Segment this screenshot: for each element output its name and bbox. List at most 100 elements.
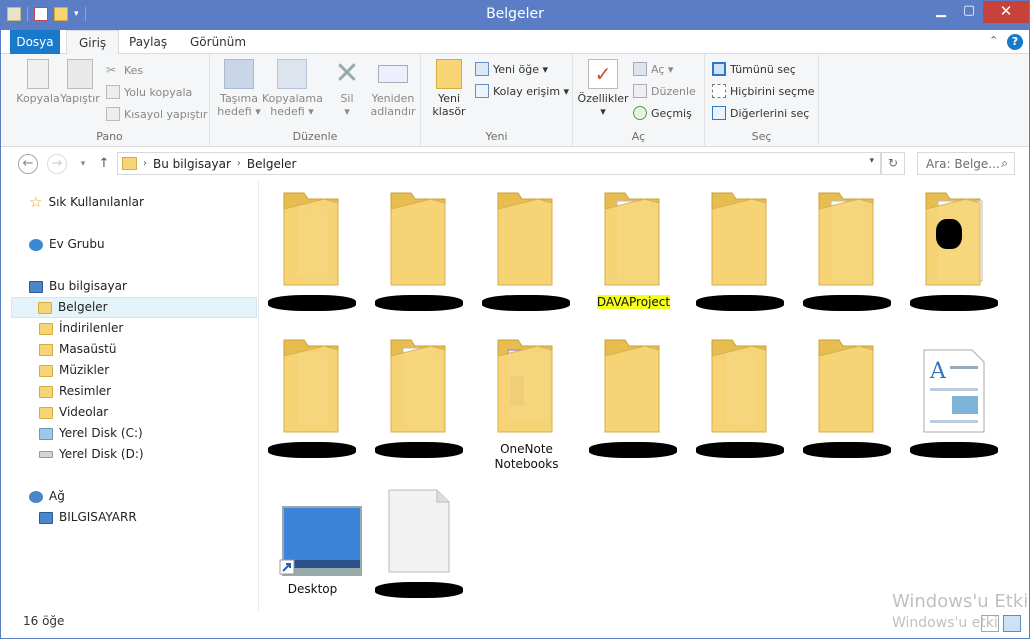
- file-item[interactable]: [795, 336, 900, 466]
- history-button[interactable]: Geçmiş: [633, 106, 692, 120]
- file-item[interactable]: A: [902, 336, 1007, 466]
- breadcrumb-separator-icon: ›: [236, 158, 241, 169]
- group-select: Tümünü seç Hiçbirini seçme Diğerlerini s…: [705, 54, 819, 147]
- easy-access-icon: [475, 84, 489, 98]
- select-none-icon: [712, 84, 726, 98]
- delete-button[interactable]: ✕ Sil ▾: [332, 56, 362, 119]
- videos-folder-icon: [39, 406, 53, 419]
- select-all-button[interactable]: Tümünü seç: [712, 62, 796, 76]
- group-label-new: Yeni: [485, 130, 508, 143]
- file-item[interactable]: [902, 189, 1007, 319]
- copy-to-icon: [277, 59, 307, 89]
- network-icon: [29, 490, 43, 503]
- tab-view[interactable]: Görünüm: [178, 30, 258, 54]
- item-count: 16 öğe: [23, 614, 65, 628]
- copy-icon: [27, 59, 49, 89]
- nav-item-network-computer[interactable]: BILGISAYARR: [39, 507, 137, 528]
- invert-selection-icon: [712, 106, 726, 120]
- copy-button[interactable]: Kopyala: [14, 59, 62, 105]
- group-label-open: Aç: [631, 130, 646, 143]
- pictures-folder-icon: [39, 385, 53, 398]
- breadcrumb-documents[interactable]: Belgeler: [247, 157, 297, 171]
- file-item-label: DAVAProject: [596, 295, 671, 309]
- large-icons-view-button[interactable]: [1003, 615, 1021, 632]
- open-icon: [633, 62, 647, 76]
- back-button[interactable]: ←: [18, 154, 38, 174]
- file-item[interactable]: [367, 189, 472, 319]
- help-icon[interactable]: ?: [1007, 34, 1023, 50]
- nav-item-downloads[interactable]: İndirilenler: [39, 318, 123, 339]
- rename-button[interactable]: Yeniden adlandır: [368, 59, 418, 118]
- file-item[interactable]: DAVAProject: [581, 189, 686, 319]
- folder-icon: [601, 189, 665, 289]
- properties-button[interactable]: ✓ Özellikler ▾: [577, 59, 629, 118]
- copy-to-button[interactable]: Kopyalama hedefi ▾: [262, 59, 323, 118]
- file-item[interactable]: [367, 476, 472, 606]
- nav-item-pictures[interactable]: Resimler: [39, 381, 111, 402]
- redaction-mark: [910, 442, 998, 458]
- cut-button[interactable]: ✂ Kes: [106, 63, 143, 77]
- tab-share[interactable]: Paylaş: [117, 30, 179, 54]
- close-button[interactable]: ✕: [983, 1, 1029, 23]
- nav-item-homegroup[interactable]: Ev Grubu: [29, 234, 105, 255]
- search-input[interactable]: Ara: Belge... ⌕: [917, 152, 1015, 175]
- maximize-button[interactable]: ▢: [955, 1, 983, 23]
- address-bar-row: ← → ▾ ↑ › Bu bilgisayar › Belgeler ▾ ↻ A…: [1, 148, 1029, 180]
- new-folder-button[interactable]: Yeni klasör: [429, 59, 469, 118]
- file-item[interactable]: [795, 189, 900, 319]
- file-item[interactable]: [688, 189, 793, 319]
- nav-item-local-disk-d[interactable]: Yerel Disk (D:): [39, 444, 144, 465]
- group-new: Yeni klasör Yeni öğe ▾ Kolay erişim ▾ Yen…: [421, 54, 573, 147]
- folder-icon: [815, 189, 879, 289]
- file-item[interactable]: Desktop: [260, 476, 365, 606]
- redaction-mark: [268, 295, 356, 311]
- nav-item-this-pc[interactable]: Bu bilgisayar: [29, 276, 127, 297]
- nav-item-videos[interactable]: Videolar: [39, 402, 108, 423]
- collapse-ribbon-icon[interactable]: ⌃: [989, 34, 998, 47]
- address-dropdown-icon[interactable]: ▾: [869, 156, 874, 166]
- breadcrumb-this-pc[interactable]: Bu bilgisayar: [153, 157, 231, 171]
- document-icon: A: [922, 336, 986, 436]
- move-to-button[interactable]: Taşıma hedefi ▾: [214, 59, 264, 118]
- nav-item-documents[interactable]: Belgeler: [11, 297, 257, 318]
- file-item[interactable]: [367, 336, 472, 466]
- edit-button[interactable]: Düzenle: [633, 84, 696, 98]
- activation-watermark-title: Windows'u Etki: [892, 591, 1029, 612]
- nav-item-favorites[interactable]: ☆ Sık Kullanılanlar: [29, 192, 144, 213]
- redaction-mark: [936, 219, 962, 249]
- file-item[interactable]: [260, 189, 365, 319]
- nav-item-desktop[interactable]: Masaüstü: [39, 339, 116, 360]
- file-item[interactable]: OneNote Notebooks: [474, 336, 579, 471]
- nav-item-music[interactable]: Müzikler: [39, 360, 109, 381]
- refresh-button[interactable]: ↻: [881, 152, 905, 175]
- invert-selection-button[interactable]: Diğerlerini seç: [712, 106, 809, 120]
- up-button[interactable]: ↑: [93, 154, 115, 176]
- easy-access-button[interactable]: Kolay erişim ▾: [475, 84, 569, 98]
- forward-button[interactable]: →: [47, 154, 67, 174]
- scissors-icon: ✂: [106, 63, 117, 77]
- file-item[interactable]: [260, 336, 365, 466]
- tab-file[interactable]: Dosya: [10, 30, 60, 54]
- tab-home[interactable]: Giriş: [66, 30, 120, 55]
- drive-windows-icon: [39, 427, 53, 440]
- rename-icon: [378, 65, 408, 83]
- paste-shortcut-icon: [106, 107, 120, 121]
- open-button[interactable]: Aç ▾: [633, 62, 673, 76]
- file-item[interactable]: [581, 336, 686, 466]
- paste-button[interactable]: Yapıştır: [58, 59, 102, 105]
- nav-item-network[interactable]: Ağ: [29, 486, 65, 507]
- recent-locations-chevron-icon[interactable]: ▾: [72, 154, 94, 176]
- select-none-button[interactable]: Hiçbirini seçme: [712, 84, 815, 98]
- minimize-button[interactable]: ▁: [927, 1, 955, 23]
- delete-x-icon: ✕: [334, 56, 360, 91]
- copy-path-button[interactable]: Yolu kopyala: [106, 85, 192, 99]
- file-item[interactable]: [688, 336, 793, 466]
- group-label-clipboard: Pano: [96, 130, 123, 143]
- paste-shortcut-button[interactable]: Kısayol yapıştır: [106, 107, 207, 121]
- address-box[interactable]: › Bu bilgisayar › Belgeler ▾: [117, 152, 881, 175]
- group-label-organize: Düzenle: [292, 130, 338, 143]
- new-item-button[interactable]: Yeni öğe ▾: [475, 62, 548, 76]
- nav-item-local-disk-c[interactable]: Yerel Disk (C:): [39, 423, 143, 444]
- breadcrumb-separator-icon: ›: [143, 158, 147, 169]
- file-item[interactable]: [474, 189, 579, 319]
